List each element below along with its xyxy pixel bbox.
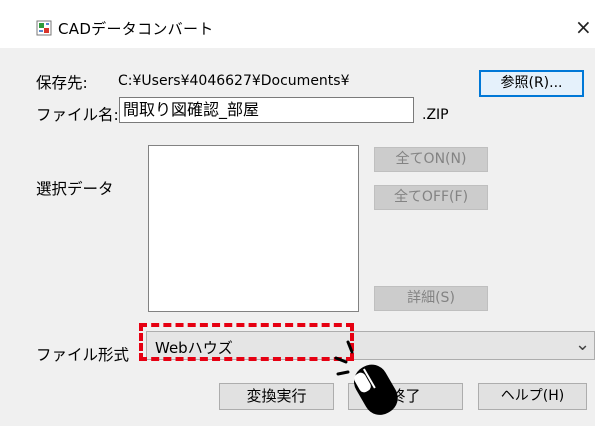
details-button[interactable]: 詳細(S) [374,286,488,311]
format-highlight-box [139,323,354,361]
save-path-text: C:¥Users¥4046627¥Documents¥ [118,73,350,89]
chevron-down-icon[interactable]: ⌄ [575,334,590,355]
filename-label: ファイル名: [36,106,119,124]
app-icon [36,20,52,36]
help-button[interactable]: ヘルプ(H) [478,383,587,410]
filename-field[interactable]: 間取り図確認_部屋 [119,97,414,123]
convert-button[interactable]: 変換実行 [219,383,334,410]
browse-button[interactable]: 参照(R)... [479,70,584,97]
select-data-label: 選択データ [36,180,114,198]
window-title: CADデータコンバート [58,20,214,38]
mouse-cursor-icon [334,340,398,415]
all-off-button[interactable]: 全てOFF(F) [374,185,488,210]
save-location-label: 保存先: [36,74,88,92]
file-format-label: ファイル形式 [36,346,130,364]
all-on-button[interactable]: 全てON(N) [374,147,488,172]
extension-label: .ZIP [422,107,449,123]
select-data-list[interactable] [148,145,359,312]
close-icon[interactable]: × [575,14,595,40]
